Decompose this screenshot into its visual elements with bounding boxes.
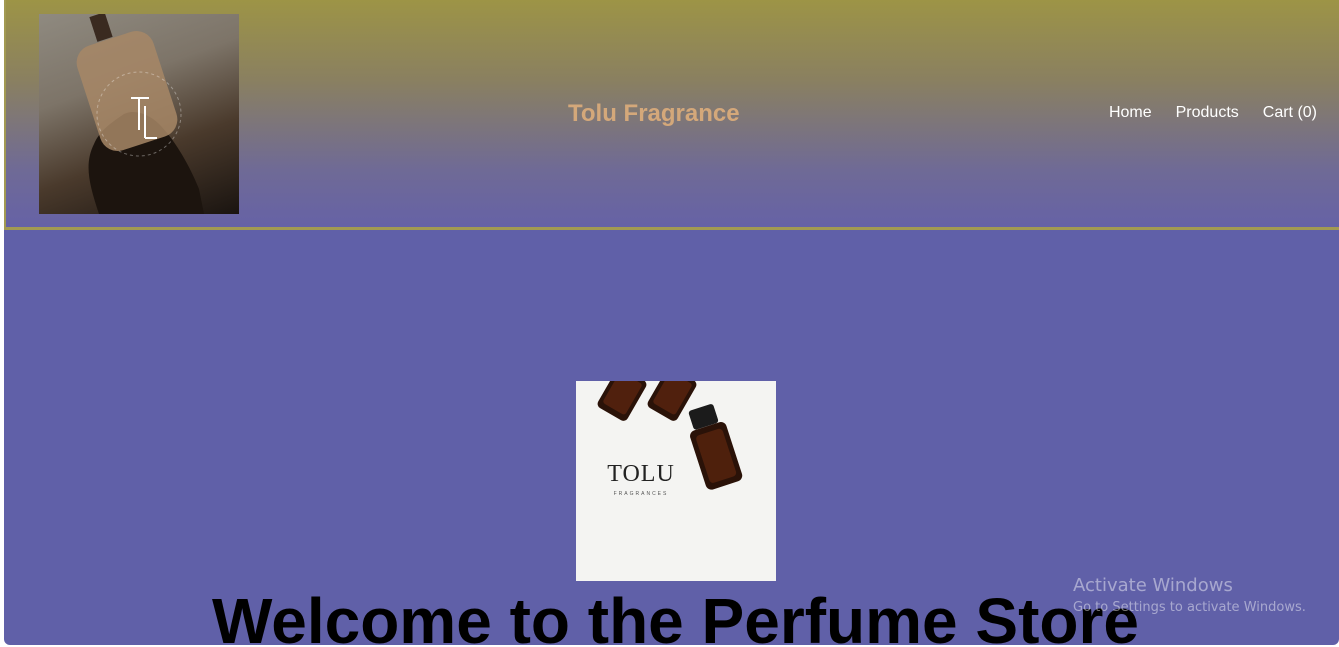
nav-home-link[interactable]: Home: [1109, 104, 1152, 122]
hero-image-title: TOLU: [607, 461, 675, 487]
windows-activation-watermark: Activate Windows Go to Settings to activ…: [1073, 575, 1306, 615]
logo-image[interactable]: [39, 14, 239, 214]
nav-products-link[interactable]: Products: [1176, 104, 1239, 122]
main-nav: Home Products Cart (0): [1109, 104, 1317, 122]
hero-image-subtitle: FRAGRANCES: [613, 491, 669, 497]
watermark-subtitle: Go to Settings to activate Windows.: [1073, 600, 1306, 615]
watermark-title: Activate Windows: [1073, 575, 1233, 596]
page: Tolu Fragrance Home Products Cart (0) TO…: [4, 0, 1339, 645]
nav-cart-link[interactable]: Cart (0): [1263, 104, 1317, 122]
perfume-bottle-logo-icon: [76, 14, 204, 214]
hero-image: TOLU FRAGRANCES: [576, 381, 776, 581]
brand-title: Tolu Fragrance: [568, 100, 740, 127]
site-header: Tolu Fragrance Home Products Cart (0): [4, 0, 1339, 230]
